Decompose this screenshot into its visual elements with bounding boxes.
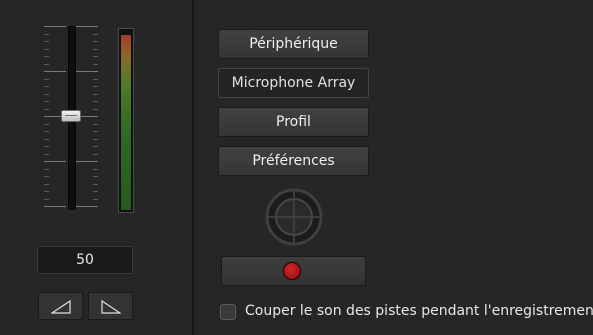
fader-scale-tick <box>44 93 49 95</box>
fader-scale-tick <box>44 108 49 110</box>
fader-scale-tick <box>93 63 98 65</box>
profile-button[interactable]: Profil <box>218 107 369 137</box>
recording-panel: Périphérique Microphone Array Profil Pré… <box>194 0 593 335</box>
fader-scale-tick <box>93 48 98 50</box>
fader-scale-tick <box>76 206 98 207</box>
fader-scale-tick <box>44 48 49 50</box>
fader-scale-tick <box>93 101 98 102</box>
fader-scale-tick <box>93 123 98 125</box>
fade-in-button[interactable] <box>38 292 83 320</box>
fader-scale-tick <box>44 191 49 192</box>
fader-scale-tick <box>93 56 98 57</box>
preferences-button[interactable]: Préférences <box>218 146 369 176</box>
fader-scale-tick <box>93 108 98 110</box>
fader-scale-tick <box>44 183 49 185</box>
fader-scale-tick <box>44 56 49 57</box>
fader-scale-tick <box>93 198 98 200</box>
fader-scale-tick <box>93 78 98 80</box>
record-button[interactable] <box>221 256 366 286</box>
fader-scale-tick <box>44 71 66 72</box>
fader-scale-tick <box>93 183 98 185</box>
mute-tracks-label: Couper le son des pistes pendant l'enreg… <box>245 303 593 319</box>
fader-scale-tick <box>44 86 49 87</box>
fader-scale-tick <box>93 146 98 147</box>
fader-scale-tick <box>44 146 49 147</box>
mute-tracks-checkbox[interactable] <box>220 304 236 320</box>
fader-scale-tick <box>44 123 49 125</box>
fader-scale-tick <box>93 33 98 35</box>
fader-scale-tick <box>44 206 66 207</box>
fader-scale-tick <box>93 138 98 140</box>
volume-value-field[interactable]: 50 <box>37 246 133 274</box>
fader-scale-tick <box>44 168 49 170</box>
fader-scale-tick <box>44 78 49 80</box>
fader-scale-tick <box>44 198 49 200</box>
fader-scale-tick <box>44 63 49 65</box>
device-button[interactable]: Périphérique <box>218 29 369 59</box>
fader-scale-tick <box>93 131 98 132</box>
fade-out-ramp-icon <box>101 300 121 314</box>
fader-scale-tick <box>76 26 98 27</box>
fader-scale-tick <box>76 161 98 162</box>
fade-in-ramp-icon <box>51 300 71 314</box>
fader-scale-tick <box>44 26 66 27</box>
fader-scale-tick <box>44 138 49 140</box>
fader-scale-tick <box>93 86 98 87</box>
target-crosshair-icon <box>265 188 323 246</box>
volume-fader[interactable] <box>38 24 104 210</box>
fader-scale-tick <box>44 41 49 42</box>
fader-scale-tick <box>76 71 98 72</box>
volume-panel: 50 <box>0 0 192 335</box>
fader-scale-tick <box>44 33 49 35</box>
fader-knob[interactable] <box>61 110 81 122</box>
fader-scale-tick <box>93 176 98 177</box>
device-value-field: Microphone Array <box>218 68 369 98</box>
fader-scale-tick <box>44 153 49 155</box>
level-meter <box>118 28 134 213</box>
fader-scale-tick <box>93 191 98 192</box>
record-dot-icon <box>283 262 301 280</box>
fader-scale-tick <box>44 161 66 162</box>
fader-scale-tick <box>44 176 49 177</box>
fade-out-button[interactable] <box>88 292 133 320</box>
fader-scale-tick <box>93 93 98 95</box>
fader-scale-tick <box>93 41 98 42</box>
fader-scale-tick <box>93 153 98 155</box>
level-meter-fill <box>121 34 131 210</box>
fader-scale-tick <box>44 131 49 132</box>
fader-scale-tick <box>44 101 49 102</box>
fader-scale-tick <box>93 168 98 170</box>
